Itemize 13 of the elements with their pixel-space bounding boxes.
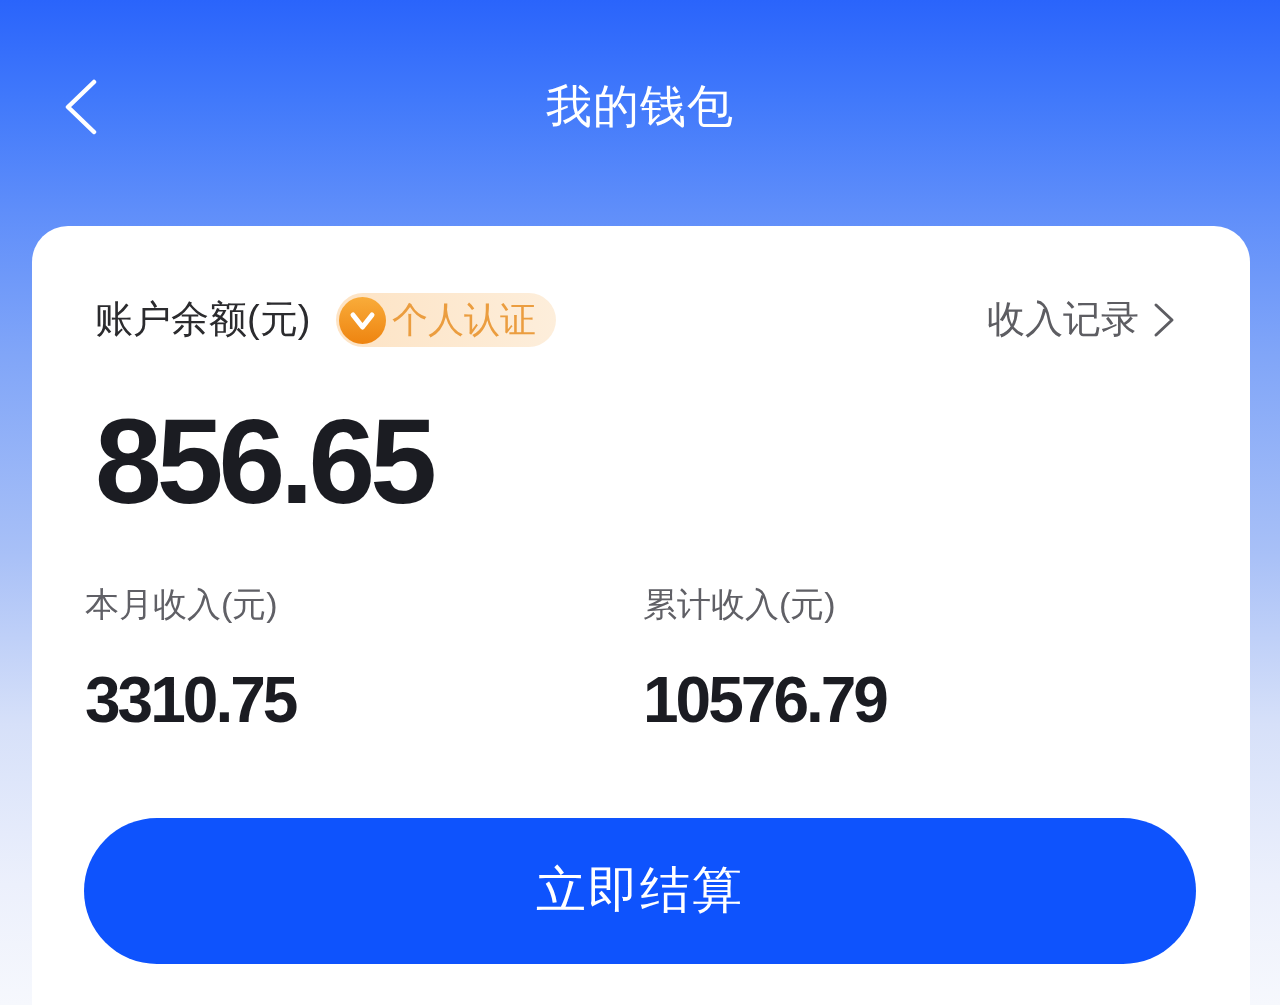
settle-button[interactable]: 立即结算 [84, 817, 1196, 964]
stat-value: 3310.75 [85, 667, 297, 732]
stat-label: 本月收入(元) [85, 584, 279, 625]
stat-value: 10576.79 [643, 667, 888, 732]
back-icon[interactable] [64, 79, 98, 135]
stat-label: 累计收入(元) [643, 584, 837, 625]
verification-label: 个人认证 [392, 298, 537, 342]
chevron-right-icon [1153, 302, 1175, 338]
page-title: 我的钱包 [546, 79, 734, 135]
balance-amount: 856.65 [95, 401, 434, 521]
v-mark-icon [339, 296, 387, 344]
income-records-link[interactable]: 收入记录 [987, 297, 1175, 343]
balance-label: 账户余额(元) [95, 297, 311, 343]
